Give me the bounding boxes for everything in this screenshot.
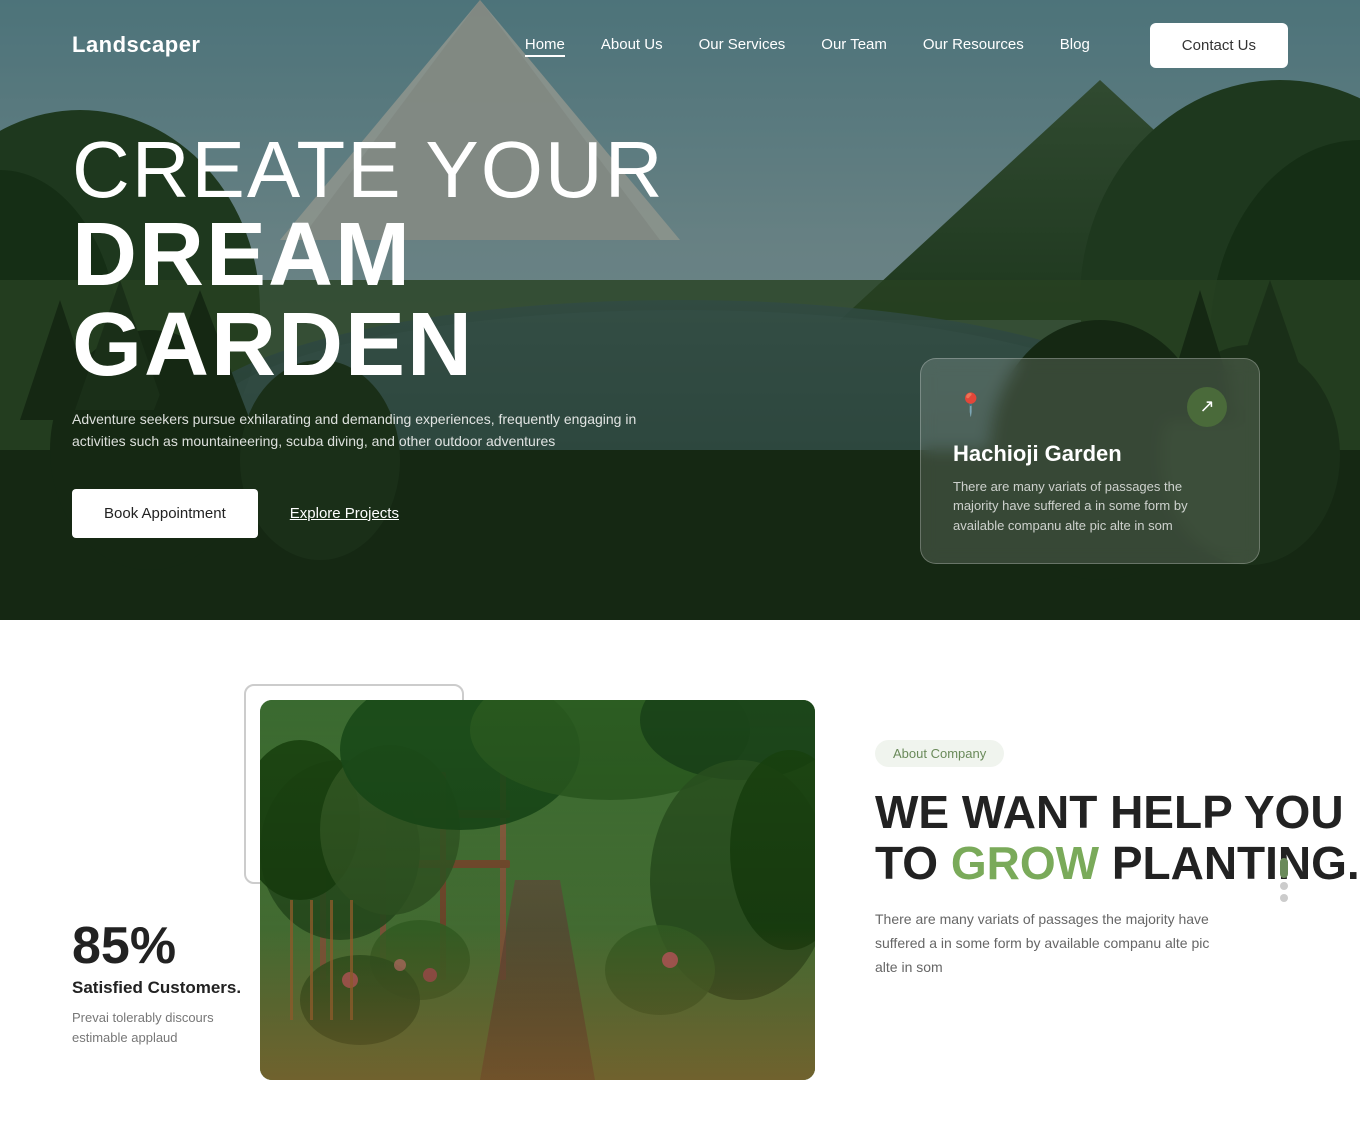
garden-card-arrow-button[interactable]: ↗: [1187, 387, 1227, 427]
nav-link-resources[interactable]: Our Resources: [923, 36, 1024, 53]
garden-photo-image: [260, 700, 815, 1080]
garden-photo-wrapper: [260, 700, 815, 1080]
about-right-column: About Company WE WANT HELP YOU TO GROW P…: [815, 700, 1360, 980]
nav-link-team[interactable]: Our Team: [821, 36, 887, 53]
hero-subtitle: Adventure seekers pursue exhilarating an…: [72, 408, 642, 453]
stats-column: 85% Satisfied Customers. Prevai tolerabl…: [0, 700, 250, 1047]
scroll-dot-3: [1280, 894, 1288, 902]
garden-card: 📍 ↗ Hachioji Garden There are many varia…: [920, 358, 1260, 565]
stat-number: 85%: [72, 920, 250, 972]
about-title-to: TO: [875, 837, 938, 889]
nav-link-services[interactable]: Our Services: [699, 36, 786, 53]
stat-description: Prevai tolerably discours estimable appl…: [72, 1008, 250, 1047]
nav-link-home[interactable]: Home: [525, 36, 565, 57]
explore-projects-button[interactable]: Explore Projects: [290, 505, 399, 522]
nav-link-blog[interactable]: Blog: [1060, 36, 1090, 53]
garden-card-title: Hachioji Garden: [953, 441, 1227, 467]
nav-item-team[interactable]: Our Team: [821, 36, 887, 54]
about-title-highlight: GROW: [951, 837, 1099, 889]
scroll-dot-2: [1280, 882, 1288, 890]
nav-item-blog[interactable]: Blog: [1060, 36, 1090, 54]
brand-logo: Landscaper: [72, 32, 201, 58]
scroll-dot-1: [1280, 858, 1288, 878]
nav-item-home[interactable]: Home: [525, 36, 565, 54]
nav-item-resources[interactable]: Our Resources: [923, 36, 1024, 54]
nav-links: Home About Us Our Services Our Team Our …: [525, 36, 1090, 54]
nav-item-services[interactable]: Our Services: [699, 36, 786, 54]
about-title-planting: PLANTING.: [1112, 837, 1360, 889]
stat-label: Satisfied Customers.: [72, 978, 250, 998]
garden-photo: [260, 700, 815, 1080]
contact-us-button[interactable]: Contact Us: [1150, 23, 1288, 68]
nav-item-about[interactable]: About Us: [601, 36, 663, 54]
hero-content: CREATE YOUR DREAM GARDEN Adventure seeke…: [72, 130, 752, 538]
hero-section: Landscaper Home About Us Our Services Ou…: [0, 0, 1360, 620]
hero-title-line2: DREAM GARDEN: [72, 210, 752, 390]
hero-title-line1: CREATE YOUR: [72, 130, 752, 210]
about-title-line1: WE WANT HELP YOU: [875, 786, 1344, 838]
garden-card-top: 📍 ↗: [953, 387, 1227, 427]
location-icon: 📍: [953, 387, 989, 423]
garden-card-description: There are many variats of passages the m…: [953, 477, 1227, 536]
nav-link-about[interactable]: About Us: [601, 36, 663, 53]
about-description: There are many variats of passages the m…: [875, 908, 1215, 979]
navbar: Landscaper Home About Us Our Services Ou…: [0, 0, 1360, 90]
hero-buttons: Book Appointment Explore Projects: [72, 489, 752, 538]
book-appointment-button[interactable]: Book Appointment: [72, 489, 258, 538]
about-section: 85% Satisfied Customers. Prevai tolerabl…: [0, 620, 1360, 1140]
scroll-indicator: [1280, 858, 1288, 902]
about-badge: About Company: [875, 740, 1004, 767]
